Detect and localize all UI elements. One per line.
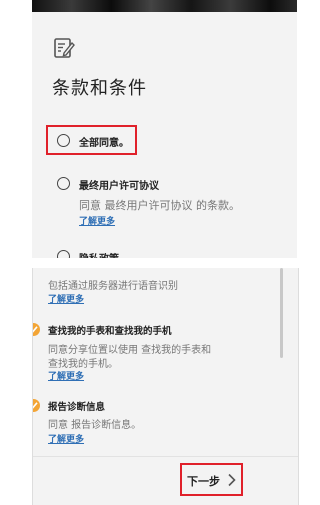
agree-all-label[interactable]: 全部同意。 xyxy=(79,134,129,149)
eula-description: 同意 最终用户许可协议 的条款。 xyxy=(79,199,240,212)
agree-all-radio[interactable] xyxy=(57,134,70,147)
diagnostics-learn-more-link[interactable]: 了解更多 xyxy=(48,432,84,445)
eula-radio[interactable] xyxy=(57,177,70,190)
check-icon xyxy=(33,326,38,333)
edit-document-icon xyxy=(54,38,75,58)
find-my-watch-checkbox[interactable] xyxy=(33,323,40,336)
terms-screen-bottom: 包括通过服务器进行语音识别 了解更多 查找我的手表和查找我的手机 同意分享位置以… xyxy=(32,268,299,505)
diagnostics-label[interactable]: 报告诊断信息 xyxy=(48,399,105,413)
bottom-navigation-bar: 下一步 xyxy=(33,456,298,505)
voice-description-tail: 包括通过服务器进行语音识别 xyxy=(48,281,178,292)
terms-content-top: 条款和条件 全部同意。 最终用户许可协议 同意 最终用户许可协议 的条款。 了解… xyxy=(32,12,297,258)
terms-screen-top: 条款和条件 全部同意。 最终用户许可协议 同意 最终用户许可协议 的条款。 了解… xyxy=(32,0,297,258)
chevron-right-icon xyxy=(228,473,236,487)
find-my-watch-label[interactable]: 查找我的手表和查找我的手机 xyxy=(48,323,172,337)
diagnostics-checkbox[interactable] xyxy=(33,399,40,412)
page-title: 条款和条件 xyxy=(52,78,147,99)
next-button-label: 下一步 xyxy=(187,475,220,488)
eula-learn-more-link[interactable]: 了解更多 xyxy=(79,214,115,227)
check-icon xyxy=(33,402,38,409)
privacy-label[interactable]: 隐私政策 xyxy=(79,250,119,258)
find-my-watch-description-line1: 同意分享位置以使用 查找我的手表和 xyxy=(48,345,212,356)
voice-learn-more-link[interactable]: 了解更多 xyxy=(48,292,84,305)
scrollbar-thumb[interactable] xyxy=(280,268,283,358)
find-my-watch-learn-more-link[interactable]: 了解更多 xyxy=(48,369,84,382)
background-photo-strip xyxy=(32,0,297,12)
next-button[interactable]: 下一步 xyxy=(180,463,243,496)
diagnostics-description: 同意 报告诊断信息。 xyxy=(48,420,142,431)
privacy-radio[interactable] xyxy=(57,250,70,258)
eula-label[interactable]: 最终用户许可协议 xyxy=(79,177,159,192)
find-my-watch-description-line2: 查找我的手机。 xyxy=(48,359,118,370)
